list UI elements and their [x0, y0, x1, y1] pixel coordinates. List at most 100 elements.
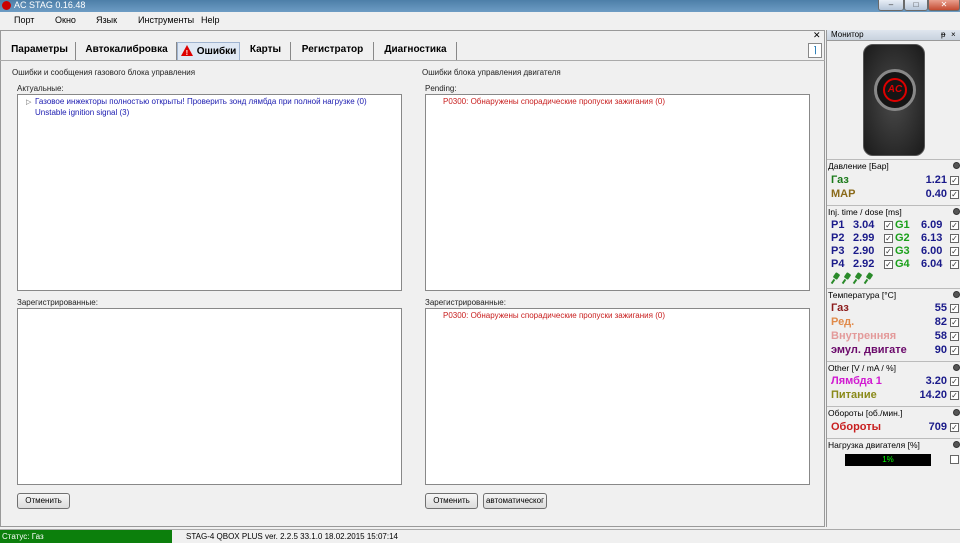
temp-gas-checkbox[interactable]: ✓ [950, 304, 959, 313]
g4-checkbox[interactable]: ✓ [950, 260, 959, 269]
menu-bar: Порт Окно Язык Инструменты Help [0, 12, 960, 30]
map-value: 0.40 [925, 188, 947, 200]
power-checkbox[interactable]: ✓ [950, 391, 959, 400]
rpm-label: Обороты [831, 421, 882, 433]
warning-icon [180, 45, 193, 62]
pressure-section: Давление [Бар] [827, 159, 960, 171]
close-button[interactable]: ✕ [928, 0, 960, 11]
g4-value: 6.04 [921, 258, 943, 270]
temp-engine-label: эмул. двигате [831, 344, 907, 356]
p3-checkbox[interactable]: ✓ [884, 247, 893, 256]
injection-section: Inj. time / dose [ms] [827, 205, 960, 217]
tab-maps[interactable]: Карты [241, 42, 291, 60]
temp-engine-checkbox[interactable]: ✓ [950, 346, 959, 355]
gas-pressure-checkbox[interactable]: ✓ [950, 176, 959, 185]
cancel-button-right[interactable]: Отменить [425, 493, 478, 509]
power-value: 14.20 [919, 389, 947, 401]
collapse-icon[interactable] [953, 409, 960, 416]
tab-recorder[interactable]: Регистратор [292, 42, 374, 60]
title-bar: AC STAG 0.16.48 – □ ✕ [0, 0, 960, 12]
list-item[interactable]: P0300: Обнаружены спорадические пропуски… [443, 311, 665, 320]
registered-errors-list-right[interactable]: P0300: Обнаружены спорадические пропуски… [425, 308, 810, 485]
menu-language[interactable]: Язык [96, 15, 117, 25]
p2-value: 2.99 [853, 232, 875, 244]
expand-arrow-icon[interactable]: ▷ [26, 98, 31, 106]
g1-value: 6.09 [921, 219, 943, 231]
rpm-section: Обороты [об./мин.] [827, 406, 960, 418]
actual-label: Актуальные: [17, 84, 64, 93]
map-checkbox[interactable]: ✓ [950, 190, 959, 199]
tab-diagnostics[interactable]: Диагностика [375, 42, 457, 60]
g4-label: G4 [895, 258, 910, 270]
collapse-icon[interactable] [953, 208, 960, 215]
tab-parameters[interactable]: Параметры [4, 42, 76, 60]
p2-checkbox[interactable]: ✓ [884, 234, 893, 243]
tab-autocalibration[interactable]: Автокалибровка [77, 42, 177, 60]
temp-reducer-value: 82 [934, 316, 947, 328]
rpm-checkbox[interactable]: ✓ [950, 423, 959, 432]
pin-icon[interactable]: ᵽ [941, 30, 945, 40]
menu-port[interactable]: Порт [14, 15, 34, 25]
p4-label: P4 [831, 258, 845, 270]
monitor-close-icon[interactable]: × [951, 30, 956, 40]
monitor-title-label: Монитор [831, 30, 864, 39]
g3-checkbox[interactable]: ✓ [950, 247, 959, 256]
lambda-checkbox[interactable]: ✓ [950, 377, 959, 386]
other-section: Other [V / mA / %] [827, 361, 960, 373]
minimize-button[interactable]: – [878, 0, 904, 11]
temp-reducer-checkbox[interactable]: ✓ [950, 318, 959, 327]
g2-label: G2 [895, 232, 910, 244]
menu-help[interactable]: Help [201, 15, 220, 25]
other-title: Other [V / mA / %] [828, 363, 897, 373]
registered-errors-list-left[interactable] [17, 308, 402, 485]
rpm-title: Обороты [об./мин.] [828, 408, 903, 418]
list-item[interactable]: ▷ Газовое инжекторы полностью открыты! Пр… [24, 97, 367, 106]
pressure-title: Давление [Бар] [828, 161, 889, 171]
tab-errors[interactable]: Ошибки [177, 42, 240, 62]
g1-checkbox[interactable]: ✓ [950, 221, 959, 230]
window-title: AC STAG 0.16.48 [14, 0, 86, 10]
map-label: MAP [831, 188, 856, 200]
p1-checkbox[interactable]: ✓ [884, 221, 893, 230]
temp-internal-label: Внутренняя [831, 330, 897, 342]
load-title: Нагрузка двигателя [%] [828, 440, 920, 450]
load-checkbox[interactable] [950, 455, 959, 464]
collapse-icon[interactable] [953, 441, 960, 448]
pending-errors-list[interactable]: P0300: Обнаружены спорадические пропуски… [425, 94, 810, 291]
automatic-button[interactable]: автоматическог [483, 493, 547, 509]
g1-label: G1 [895, 219, 910, 231]
load-bar: 1% [845, 454, 931, 466]
tab-errors-label: Ошибки [196, 46, 237, 57]
collapse-icon[interactable] [953, 291, 960, 298]
gas-ecu-errors-title: Ошибки и сообщения газового блока управл… [12, 68, 196, 77]
cancel-button-left[interactable]: Отменить [17, 493, 70, 509]
temp-reducer-label: Ред. [831, 316, 855, 328]
tab-bar: Параметры Автокалибровка Ошибки Карты Ре… [0, 42, 825, 62]
injector-icon [854, 273, 863, 284]
temp-internal-checkbox[interactable]: ✓ [950, 332, 959, 341]
load-section: Нагрузка двигателя [%] [827, 438, 960, 450]
g3-value: 6.00 [921, 245, 943, 257]
panel-close-icon[interactable]: ✕ [813, 31, 821, 40]
injection-title: Inj. time / dose [ms] [828, 207, 902, 217]
list-item[interactable]: Unstable ignition signal (3) [35, 108, 129, 117]
registered-label-right: Зарегистрированные: [425, 298, 506, 307]
menu-window[interactable]: Окно [55, 15, 76, 25]
p4-value: 2.92 [853, 258, 875, 270]
status-mode: Статус: Газ [0, 530, 172, 543]
menu-tools[interactable]: Инструменты [138, 15, 194, 25]
thermometer-icon[interactable]: ⌉ [808, 43, 822, 58]
pending-label: Pending: [425, 84, 457, 93]
load-row: 1% [827, 454, 960, 467]
collapse-icon[interactable] [953, 162, 960, 169]
collapse-icon[interactable] [953, 364, 960, 371]
app-logo-icon [2, 1, 11, 10]
maximize-button[interactable]: □ [904, 0, 928, 11]
actual-errors-list[interactable]: ▷ Газовое инжекторы полностью открыты! Пр… [17, 94, 402, 291]
list-item[interactable]: P0300: Обнаружены спорадические пропуски… [443, 97, 665, 106]
injector-icon [865, 273, 874, 284]
status-bar: Статус: Газ STAG-4 QBOX PLUS ver. 2.2.5 … [0, 529, 960, 543]
p4-checkbox[interactable]: ✓ [884, 260, 893, 269]
g2-checkbox[interactable]: ✓ [950, 234, 959, 243]
ac-logo-icon: AC [883, 78, 907, 102]
